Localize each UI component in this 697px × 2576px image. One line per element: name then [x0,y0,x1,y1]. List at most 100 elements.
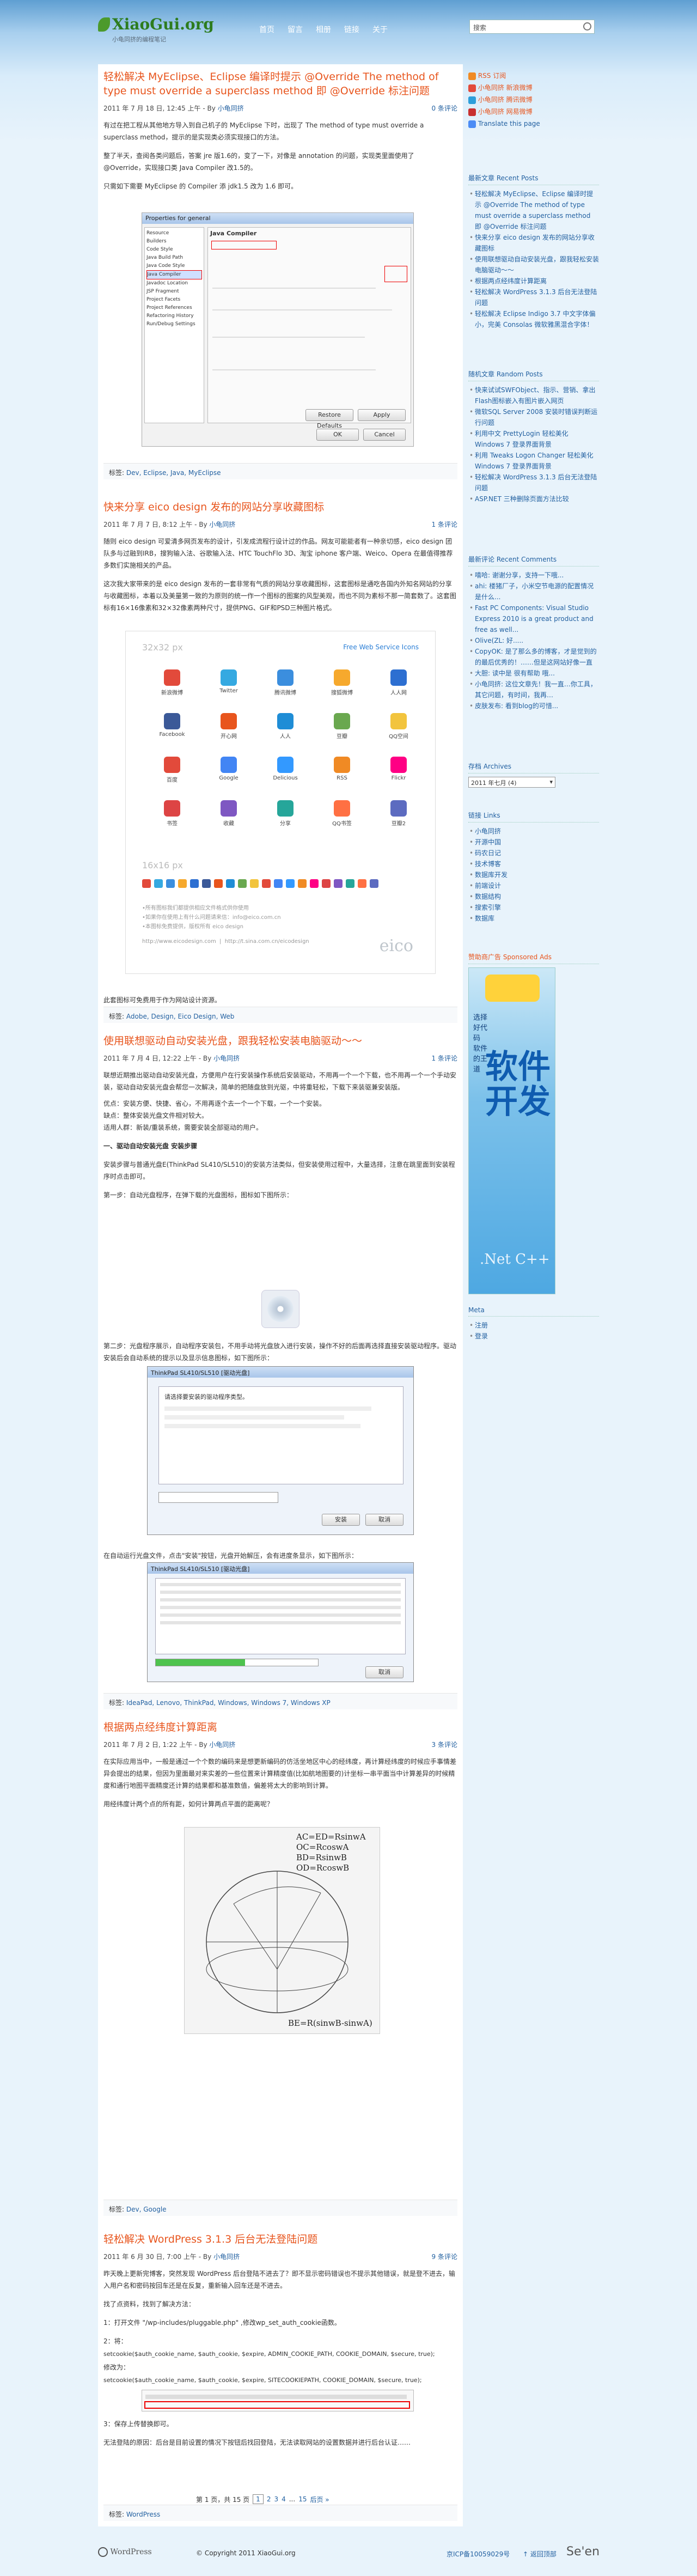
comment-count[interactable]: 1 条评论 [432,520,457,529]
next-page-link[interactable]: 后页 » [310,2495,329,2504]
tree-item[interactable]: Refactoring History [146,312,202,320]
tree-item[interactable]: Java Code Style [146,262,202,270]
tencent-link[interactable]: 小龟同挤 腾讯微博 [478,96,533,103]
share-icon-cell[interactable]: Delicious [261,757,310,781]
share-icon-cell[interactable]: 搜狐微博 [317,669,366,696]
share-icon-cell[interactable]: 人人网 [374,669,423,696]
share-icon-cell[interactable]: Facebook [148,713,197,738]
login-link[interactable]: 登录 [468,1331,599,1342]
post-author[interactable]: 小龟同挤 [209,521,235,528]
sidebar-link[interactable]: 使用联想驱动自动安装光盘，跟我轻松安装电脑驱动～～ [468,254,599,276]
tree-item[interactable]: Builders [146,237,202,246]
share-icon-cell[interactable]: QQ空间 [374,713,423,740]
share-icon-cell[interactable]: Twitter [204,669,253,694]
share-icon-cell[interactable]: 豆瓣2 [374,800,423,827]
nav-item-album[interactable]: 相册 [316,24,331,35]
blogroll-link[interactable]: 开源中国 [468,837,599,848]
blogroll-link[interactable]: 搜索引擎 [468,902,599,913]
share-icon-cell[interactable]: Google [204,757,253,781]
sidebar-link[interactable]: 轻松解决 Eclipse Indigo 3.7 中文字体偏小，完美 Consol… [468,308,599,330]
share-icon-cell[interactable]: 新浪微博 [148,669,197,696]
tree-item[interactable]: Project References [146,304,202,312]
tag-links[interactable]: Dev, Google [126,2206,167,2213]
tag-links[interactable]: IdeaPad, Lenovo, ThinkPad, Windows, Wind… [126,1699,331,1707]
apply-button[interactable]: Apply [358,409,406,421]
comment-count[interactable]: 3 条评论 [432,1740,457,1749]
tree-item[interactable]: Code Style [146,246,202,254]
tag-links[interactable]: WordPress [126,2511,160,2518]
search-input[interactable]: 搜索 [469,20,595,34]
blogroll-link[interactable]: 码农日记 [468,848,599,858]
rss-link[interactable]: RSS 订阅 [478,72,506,80]
share-icon-cell[interactable]: 开心网 [204,713,253,740]
icp-link[interactable]: 京ICP备10059029号 [447,2549,510,2559]
nav-item-links[interactable]: 链接 [344,24,359,35]
sidebar-link[interactable]: 快来分享 eico design 发布的网站分享收藏图标 [468,232,599,254]
tag-links[interactable]: Adobe, Design, Eico Design, Web [126,1013,235,1020]
sidebar-link[interactable]: 轻松解决 WordPress 3.1.3 后台无法登陆问题 [468,472,599,494]
post-author[interactable]: 小龟同挤 [209,1741,235,1749]
archives-select[interactable]: 2011 年七月 (4) ▾ [468,777,555,788]
site-logo[interactable]: XiaoGui.org 小龟同挤的编程笔记 [98,15,214,48]
tree-item[interactable]: Javadoc Location [146,279,202,288]
sidebar-link[interactable]: ASP.NET 三种删除页面方法比较 [468,494,599,504]
nav-item-guestbook[interactable]: 留言 [288,24,303,35]
cancel-button[interactable]: Cancel [363,429,406,441]
post-author[interactable]: 小龟同挤 [213,2253,240,2261]
comment-link[interactable]: 皮肤发布: 看到blog的可惜... [468,701,599,711]
page-link-current[interactable]: 1 [253,2494,264,2504]
wordpress-logo[interactable]: WordPress [98,2547,152,2557]
comment-link[interactable]: 大胆: 读中是 很有帮助 哦... [468,668,599,679]
comment-link[interactable]: Fast PC Components: Visual Studio Expres… [468,602,599,635]
tree-item[interactable]: Java Build Path [146,254,202,262]
translate-link[interactable]: Translate this page [478,120,540,127]
tree-item-selected[interactable]: Java Compiler [146,270,202,279]
comment-link[interactable]: 小龟同挤: 这位文章先！我一直…你工具，其它问题，有时间，我再… [468,679,599,701]
share-icon-cell[interactable]: Flickr [374,757,423,781]
tag-links[interactable]: Dev, Eclipse, Java, MyEclipse [126,469,221,477]
page-link[interactable]: 15 [298,2495,307,2503]
comment-count[interactable]: 0 条评论 [432,103,457,113]
share-icon-cell[interactable]: 人人 [261,713,310,740]
sidebar-link[interactable]: 快来试试SWFObject、指示、营销、拿出Flash图标嵌入有图片嵌入网页 [468,385,599,406]
blogroll-link[interactable]: 数据结构 [468,891,599,902]
share-icon-cell[interactable]: 收藏 [204,800,253,827]
install-path-field[interactable] [158,1492,278,1503]
tree-item[interactable]: Resource [146,229,202,237]
post-title[interactable]: 轻松解决 WordPress 3.1.3 后台无法登陆问题 [103,2232,457,2246]
comment-count[interactable]: 1 条评论 [432,1053,457,1063]
nav-item-about[interactable]: 关于 [372,24,388,35]
compliance-dropdown-highlight[interactable] [384,266,407,282]
restore-defaults-button[interactable]: Restore Defaults [305,409,353,429]
share-icon-cell[interactable]: QQ书签 [317,800,366,827]
post-author[interactable]: 小龟同挤 [218,105,244,112]
share-icon-cell[interactable]: 豆瓣 [317,713,366,740]
ok-button[interactable]: OK [316,429,359,441]
cancel-button[interactable]: 取消 [365,1514,403,1526]
comment-link[interactable]: ahi: 楼猪厂子，小米空节电源的配置情况是什么... [468,581,599,602]
post-title[interactable]: 使用联想驱动自动安装光盘，跟我轻松安装电脑驱动～～ [103,1034,457,1048]
sidebar-link[interactable]: 利用中文 PrettyLogin 轻松美化 Windows 7 登录界面背景 [468,428,599,450]
sidebar-link[interactable]: 轻松解决 MyEclipse、Eclipse 编译时提示 @Override T… [468,188,599,232]
share-icon-cell[interactable]: RSS [317,757,366,781]
blogroll-link[interactable]: 前端设计 [468,880,599,891]
back-to-top-link[interactable]: ↑ 返回顶部 [523,2549,557,2559]
comment-link[interactable]: CopyOK: 是了那么多的博客，才是觉到的的最后优秀的！……但是这网站好像一直 [468,646,599,668]
register-link[interactable]: 注册 [468,1320,599,1331]
page-link[interactable]: 4 [282,2495,286,2503]
brand-link[interactable]: Free Web Service Icons [343,643,419,651]
comment-count[interactable]: 9 条评论 [432,2252,457,2261]
tree-item[interactable]: Project Facets [146,296,202,304]
comment-link[interactable]: Olive(ZL: 好..... [468,635,599,646]
share-icon-cell[interactable]: 书签 [148,800,197,827]
share-icon-cell[interactable]: 分享 [261,800,310,827]
nav-item-home[interactable]: 首页 [259,24,274,35]
page-link[interactable]: 3 [274,2495,278,2503]
comment-link[interactable]: 嘻哈: 谢谢分享，支持一下哦... [468,570,599,581]
sidebar-link[interactable]: 轻松解决 WordPress 3.1.3 后台无法登陆问题 [468,287,599,308]
blogroll-link[interactable]: 技术博客 [468,858,599,869]
blogroll-link[interactable]: 数据库开发 [468,869,599,880]
post-title[interactable]: 根据两点经纬度计算距离 [103,1720,457,1734]
post-title[interactable]: 轻松解决 MyEclipse、Eclipse 编译时提示 @Override T… [103,70,457,98]
sidebar-link[interactable]: 利用 Tweaks Logon Changer 轻松美化 Windows 7 登… [468,450,599,472]
